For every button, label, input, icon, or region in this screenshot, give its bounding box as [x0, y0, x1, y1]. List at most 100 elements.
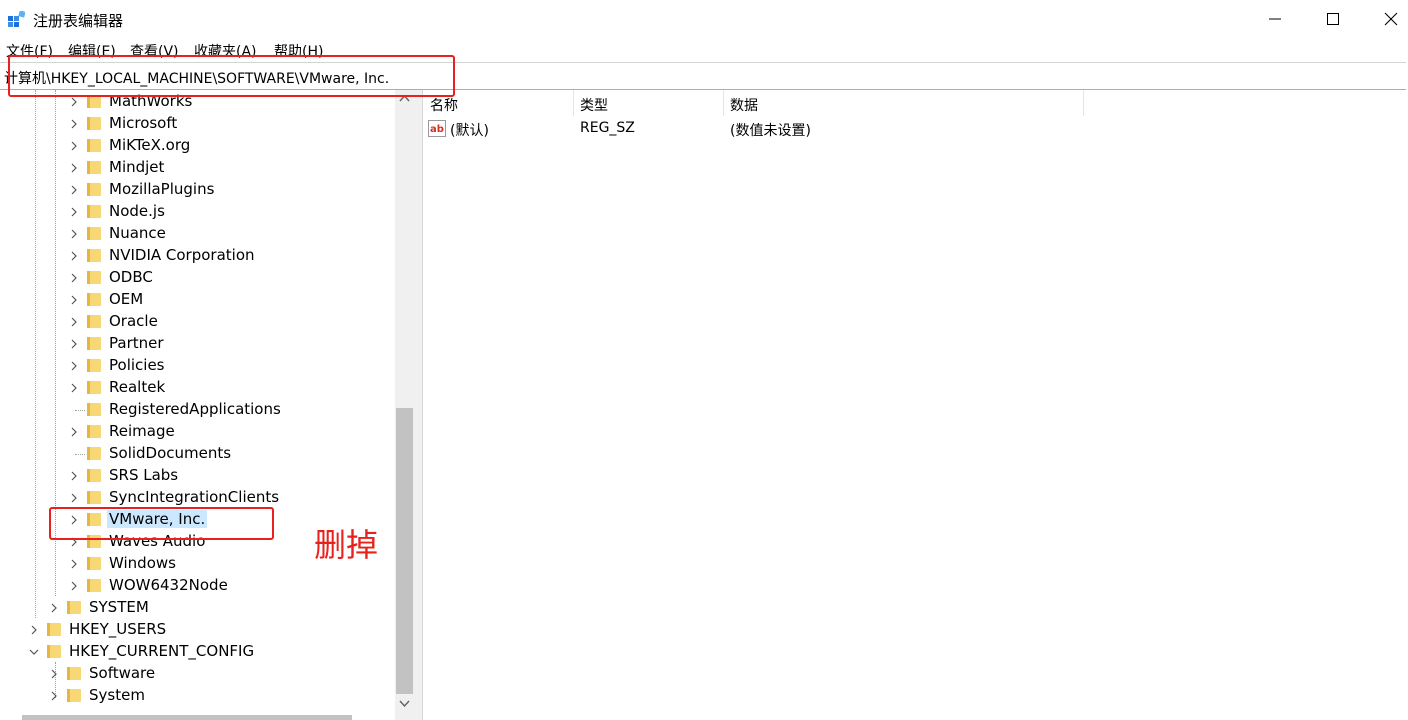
- close-button[interactable]: [1362, 0, 1408, 38]
- chevron-right-icon[interactable]: [68, 465, 80, 487]
- folder-icon: [87, 249, 101, 262]
- column-header-type[interactable]: 类型: [573, 90, 723, 116]
- tree-item-label: ODBC: [109, 268, 153, 286]
- scroll-down-arrow-icon[interactable]: [399, 700, 410, 708]
- vmware-highlight-box: [49, 507, 274, 540]
- close-icon: [1384, 12, 1398, 26]
- minimize-button[interactable]: [1246, 0, 1304, 38]
- chevron-right-icon[interactable]: [68, 135, 80, 157]
- tree-item-label: HKEY_CURRENT_CONFIG: [69, 642, 255, 660]
- chevron-right-icon[interactable]: [68, 289, 80, 311]
- folder-icon: [67, 601, 81, 614]
- folder-icon: [87, 227, 101, 240]
- address-highlight-box: [8, 55, 455, 97]
- tree-item-label: MozillaPlugins: [109, 180, 215, 198]
- folder-icon: [87, 117, 101, 130]
- svg-text:ab: ab: [430, 124, 444, 135]
- tree-item-label: Reimage: [109, 422, 175, 440]
- value-type: REG_SZ: [580, 120, 635, 136]
- folder-icon: [87, 381, 101, 394]
- folder-icon: [87, 315, 101, 328]
- column-header-label: 类型: [580, 98, 608, 114]
- folder-icon: [87, 579, 101, 592]
- value-data: (数值未设置): [730, 123, 811, 139]
- chevron-right-icon[interactable]: [68, 575, 80, 597]
- folder-icon: [87, 183, 101, 196]
- tree-item-label: SolidDocuments: [109, 444, 232, 462]
- tree-item-label: Oracle: [109, 312, 158, 330]
- chevron-right-icon[interactable]: [68, 553, 80, 575]
- tree-item-label: Policies: [109, 356, 165, 374]
- value-name: (默认): [450, 123, 489, 139]
- value-row[interactable]: ab (默认) REG_SZ (数值未设置): [423, 118, 1408, 140]
- chevron-right-icon[interactable]: [68, 157, 80, 179]
- column-separator[interactable]: [1083, 90, 1084, 116]
- tree-item-label: SYSTEM: [89, 598, 149, 616]
- folder-icon: [67, 667, 81, 680]
- delete-annotation: 删掉: [314, 526, 379, 564]
- folder-icon: [87, 491, 101, 504]
- chevron-right-icon[interactable]: [48, 663, 60, 685]
- minimize-icon: [1269, 18, 1281, 20]
- chevron-right-icon[interactable]: [68, 377, 80, 399]
- chevron-right-icon[interactable]: [68, 355, 80, 377]
- chevron-down-icon[interactable]: [28, 641, 40, 663]
- chevron-right-icon[interactable]: [68, 113, 80, 135]
- tree-item-label: Mindjet: [109, 158, 165, 176]
- tree-guide-line: [75, 410, 85, 411]
- chevron-right-icon[interactable]: [68, 421, 80, 443]
- maximize-button[interactable]: [1304, 0, 1362, 38]
- folder-icon: [87, 293, 101, 306]
- folder-icon: [47, 623, 61, 636]
- tree-item-label: Microsoft: [109, 114, 178, 132]
- tree-item-label: Realtek: [109, 378, 166, 396]
- chevron-right-icon[interactable]: [28, 619, 40, 641]
- tree-item-label: MiKTeX.org: [109, 136, 191, 154]
- tree-guide-line: [75, 454, 85, 455]
- tree-item-label: Software: [89, 664, 156, 682]
- title-bar: 注册表编辑器: [0, 0, 1408, 38]
- column-header-label: 名称: [430, 98, 458, 114]
- string-value-ab-icon: ab: [428, 120, 446, 137]
- chevron-right-icon[interactable]: [48, 685, 60, 707]
- tree-item-label: HKEY_USERS: [69, 620, 167, 638]
- chevron-right-icon[interactable]: [68, 487, 80, 509]
- scrollbar-thumb[interactable]: [396, 408, 413, 694]
- tree-item-label: RegisteredApplications: [109, 400, 281, 418]
- chevron-right-icon[interactable]: [68, 179, 80, 201]
- pane-splitter[interactable]: [414, 90, 423, 720]
- chevron-right-icon[interactable]: [48, 597, 60, 619]
- folder-icon: [87, 447, 101, 460]
- chevron-right-icon[interactable]: [68, 201, 80, 223]
- folder-icon: [87, 425, 101, 438]
- chevron-right-icon[interactable]: [68, 267, 80, 289]
- chevron-right-icon[interactable]: [68, 333, 80, 355]
- key-tree[interactable]: MathWorks Microsoft MiKTeX.org Mindjet M…: [0, 90, 395, 720]
- tree-item-label: SRS Labs: [109, 466, 179, 484]
- registry-editor-icon: [8, 11, 25, 27]
- tree-item-label: NVIDIA Corporation: [109, 246, 255, 264]
- chevron-right-icon[interactable]: [68, 245, 80, 267]
- tree-vertical-scrollbar[interactable]: [395, 90, 414, 720]
- chevron-right-icon[interactable]: [68, 223, 80, 245]
- tree-item-label: Windows: [109, 554, 176, 572]
- folder-icon: [67, 689, 81, 702]
- tree-item-label: WOW6432Node: [109, 576, 228, 594]
- tree-item-label: OEM: [109, 290, 144, 308]
- folder-icon: [87, 271, 101, 284]
- chevron-right-icon[interactable]: [68, 311, 80, 333]
- values-list[interactable]: 名称 类型 数据 ab (默认) REG_SZ (数值未设置): [423, 90, 1408, 720]
- folder-icon: [87, 139, 101, 152]
- tree-item-label: Node.js: [109, 202, 165, 220]
- window-title: 注册表编辑器: [33, 12, 124, 30]
- folder-icon: [87, 359, 101, 372]
- column-header-label: 数据: [730, 98, 758, 114]
- tree-horizontal-scrollbar-thumb[interactable]: [22, 715, 352, 720]
- maximize-icon: [1327, 13, 1339, 25]
- folder-icon: [87, 403, 101, 416]
- tree-item-label: Partner: [109, 334, 164, 352]
- tree-item-label: SyncIntegrationClients: [109, 488, 280, 506]
- folder-icon: [87, 557, 101, 570]
- column-header-data[interactable]: 数据: [723, 90, 1083, 116]
- folder-icon: [47, 645, 61, 658]
